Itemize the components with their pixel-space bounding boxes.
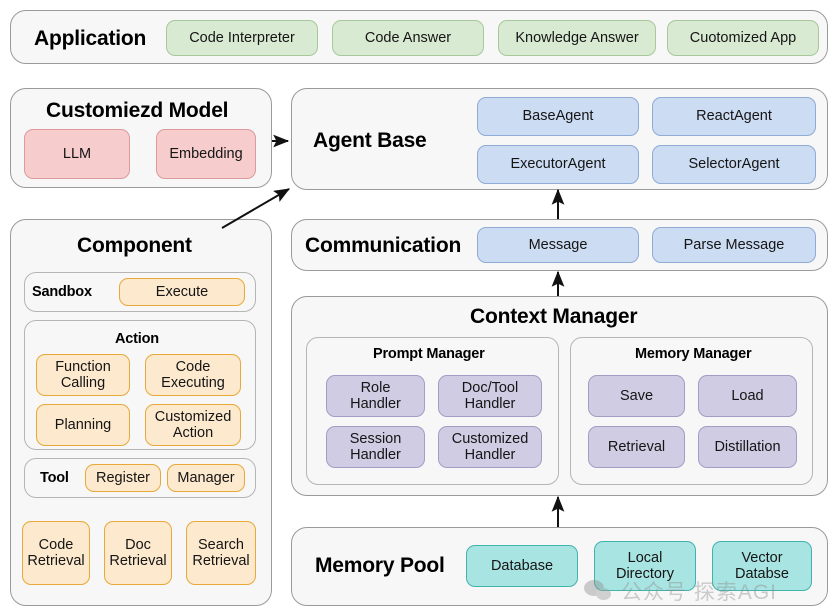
action-item-function-calling[interactable]: Function Calling	[36, 354, 130, 396]
customized-model-title: Customiezd Model	[46, 99, 229, 122]
prompt-manager-item-doc-tool-handler[interactable]: Doc/Tool Handler	[438, 375, 542, 417]
retrieval-item-doc-retrieval[interactable]: Doc Retrieval	[104, 521, 172, 585]
memory-pool-item-database[interactable]: Database	[466, 545, 578, 587]
action-item-customized-action[interactable]: Customized Action	[145, 404, 241, 446]
agent-base-item-selectoragent[interactable]: SelectorAgent	[652, 145, 816, 184]
sandbox-item-execute[interactable]: Execute	[119, 278, 245, 306]
communication-title: Communication	[305, 234, 462, 257]
application-item-code-answer[interactable]: Code Answer	[332, 20, 484, 56]
action-item-code-executing[interactable]: Code Executing	[145, 354, 241, 396]
retrieval-item-code-retrieval[interactable]: Code Retrieval	[22, 521, 90, 585]
customized-model-item-llm[interactable]: LLM	[24, 129, 130, 179]
prompt-manager-item-customized-handler[interactable]: Customized Handler	[438, 426, 542, 468]
agent-base-title: Agent Base	[313, 129, 427, 152]
memory-pool-item-local-directory[interactable]: Local Directory	[594, 541, 696, 591]
component-title: Component	[77, 234, 192, 257]
agent-base-item-baseagent[interactable]: BaseAgent	[477, 97, 639, 136]
context-manager-title: Context Manager	[470, 305, 638, 328]
action-title: Action	[115, 331, 159, 347]
agent-base-item-executoragent[interactable]: ExecutorAgent	[477, 145, 639, 184]
memory-pool-item-vector-database[interactable]: Vector Databse	[712, 541, 812, 591]
prompt-manager-item-role-handler[interactable]: Role Handler	[326, 375, 425, 417]
memory-manager-item-retrieval[interactable]: Retrieval	[588, 426, 685, 468]
retrieval-item-search-retrieval[interactable]: Search Retrieval	[186, 521, 256, 585]
memory-manager-item-distillation[interactable]: Distillation	[698, 426, 797, 468]
memory-manager-item-load[interactable]: Load	[698, 375, 797, 417]
action-item-planning[interactable]: Planning	[36, 404, 130, 446]
tool-title: Tool	[40, 470, 69, 486]
application-item-code-interpreter[interactable]: Code Interpreter	[166, 20, 318, 56]
agent-base-item-reactagent[interactable]: ReactAgent	[652, 97, 816, 136]
architecture-diagram: Application Code Interpreter Code Answer…	[0, 0, 838, 616]
memory-manager-item-save[interactable]: Save	[588, 375, 685, 417]
prompt-manager-title: Prompt Manager	[373, 346, 485, 362]
prompt-manager-item-session-handler[interactable]: Session Handler	[326, 426, 425, 468]
communication-item-message[interactable]: Message	[477, 227, 639, 263]
sandbox-title: Sandbox	[32, 284, 92, 300]
application-title: Application	[34, 27, 147, 50]
tool-item-manager[interactable]: Manager	[167, 464, 245, 492]
application-item-customized-app[interactable]: Cuotomized App	[667, 20, 819, 56]
application-item-knowledge-answer[interactable]: Knowledge Answer	[498, 20, 656, 56]
memory-pool-title: Memory Pool	[315, 554, 445, 577]
communication-item-parse-message[interactable]: Parse Message	[652, 227, 816, 263]
memory-manager-title: Memory Manager	[635, 346, 752, 362]
customized-model-item-embedding[interactable]: Embedding	[156, 129, 256, 179]
tool-item-register[interactable]: Register	[85, 464, 161, 492]
